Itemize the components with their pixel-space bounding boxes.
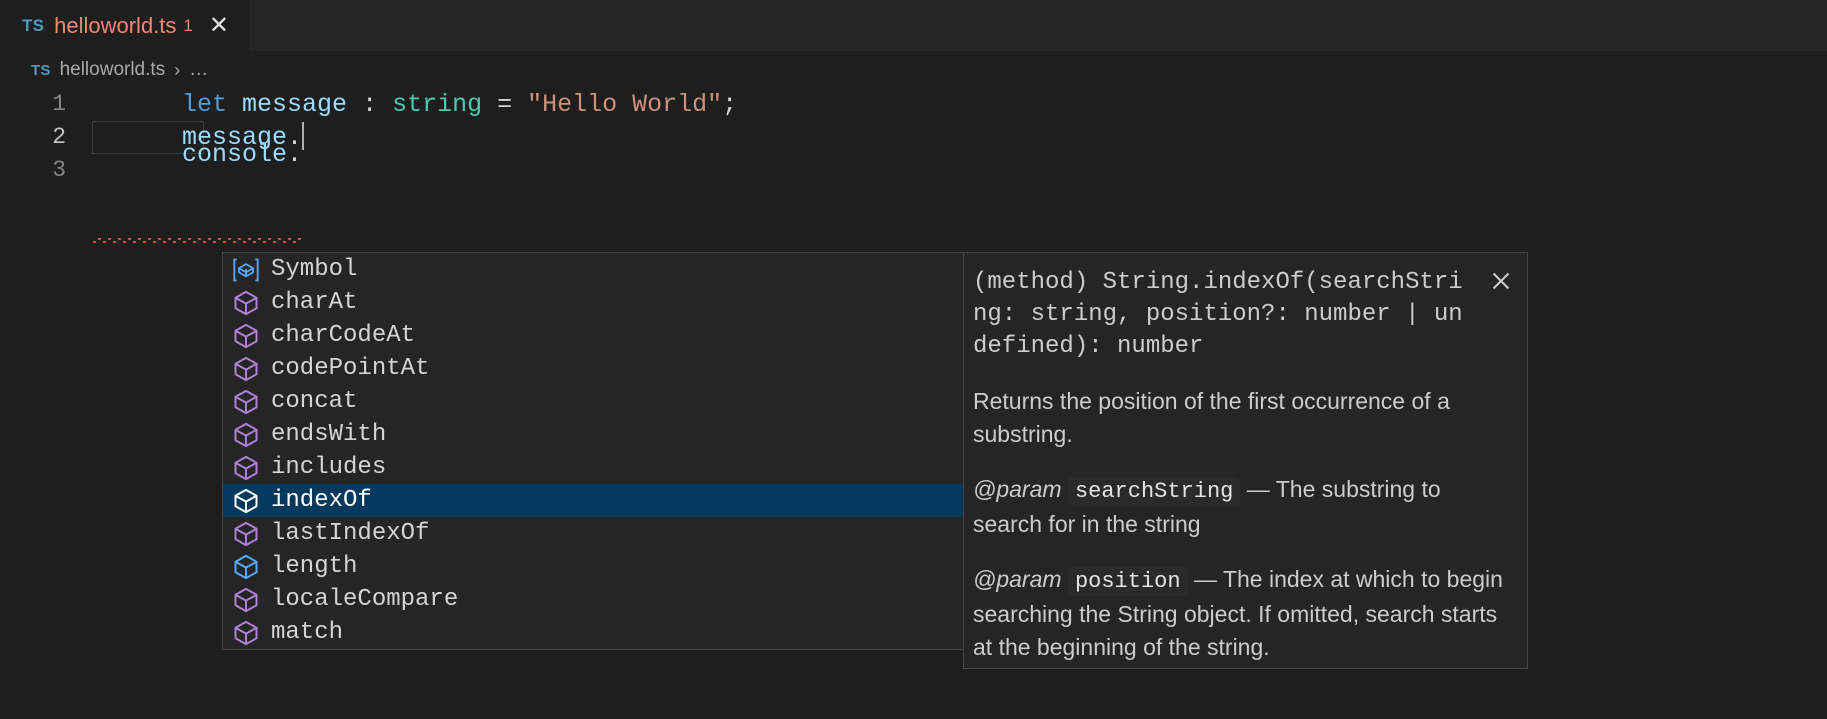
code-editor[interactable]: 1 let message : string = "Hello World"; …: [0, 88, 1827, 719]
suggestion-item-label: endsWith: [271, 423, 386, 447]
suggestion-item-indexof[interactable]: indexOf: [223, 484, 964, 517]
param-tag: @param: [973, 476, 1062, 502]
token-string-literal: "Hello World": [527, 90, 722, 119]
suggestion-item-label: codePointAt: [271, 357, 429, 381]
code-line-3: 3 console.: [0, 154, 1827, 187]
symbol-method-icon: [232, 388, 260, 416]
param-entry-position: @param position — The index at which to …: [973, 563, 1507, 664]
token-assign: =: [482, 90, 527, 119]
symbol-key-icon: [232, 256, 260, 284]
error-squiggle: [92, 238, 302, 243]
symbol-method-icon: [232, 619, 260, 647]
token-type: string: [392, 90, 482, 119]
suggestion-item-concat[interactable]: concat: [223, 385, 964, 418]
suggestion-list[interactable]: Symbol charAt charCodeAt codePointAt concat e…: [222, 252, 964, 650]
line-number-2: 2: [0, 121, 92, 154]
suggestion-item-label: localeCompare: [271, 588, 458, 612]
tab-label: helloworld.ts: [54, 13, 176, 39]
token-semicolon: ;: [722, 90, 737, 119]
symbol-method-icon: [232, 322, 260, 350]
method-signature: (method) String.indexOf(searchString: st…: [973, 267, 1507, 363]
suggestion-item-label: length: [271, 555, 357, 579]
suggestion-item-symbol[interactable]: Symbol: [223, 253, 964, 286]
suggestion-item-label: Symbol: [271, 258, 357, 282]
suggestion-item-match[interactable]: match: [223, 616, 964, 649]
param-name: searchString: [1068, 477, 1240, 506]
documentation-body: Returns the position of the first occurr…: [973, 385, 1507, 664]
documentation-description: Returns the position of the first occurr…: [973, 385, 1507, 451]
token-dot: .: [287, 140, 302, 169]
token-identifier: console: [182, 140, 287, 169]
symbol-method-icon: [232, 487, 260, 515]
close-icon[interactable]: [1489, 269, 1513, 293]
code-line-3-text: console.: [92, 105, 302, 237]
tab-error-count-badge: 1: [183, 16, 192, 36]
param-dash: —: [1247, 476, 1270, 502]
symbol-method-icon: [232, 586, 260, 614]
typescript-file-icon: TS: [22, 16, 44, 36]
suggestion-item-charat[interactable]: charAt: [223, 286, 964, 319]
line-number-3: 3: [0, 154, 92, 187]
line-number-1: 1: [0, 88, 92, 121]
suggestion-item-endswith[interactable]: endsWith: [223, 418, 964, 451]
suggestion-item-label: includes: [271, 456, 386, 480]
param-entry-searchString: @param searchString — The substring to s…: [973, 473, 1507, 541]
suggestion-item-includes[interactable]: includes: [223, 451, 964, 484]
typescript-file-icon: TS: [31, 62, 51, 79]
suggestion-item-label: indexOf: [271, 489, 372, 513]
suggestion-item-localecompare[interactable]: localeCompare: [223, 583, 964, 616]
symbol-method-icon: [232, 520, 260, 548]
suggestion-item-label: match: [271, 621, 343, 645]
symbol-method-icon: [232, 355, 260, 383]
suggestion-item-label: lastIndexOf: [271, 522, 429, 546]
suggestion-item-length[interactable]: length: [223, 550, 964, 583]
suggestion-item-label: charCodeAt: [271, 324, 415, 348]
param-name: position: [1068, 567, 1188, 596]
text-cursor: [302, 122, 304, 150]
symbol-method-icon: [232, 454, 260, 482]
tab-bar-empty-area: [250, 0, 1827, 51]
suggestion-item-codepointat[interactable]: codePointAt: [223, 352, 964, 385]
param-tag: @param: [973, 566, 1062, 592]
symbol-method-icon: [232, 289, 260, 317]
tab-helloworld-ts[interactable]: TS helloworld.ts 1 ✕: [0, 0, 250, 51]
suggestion-item-lastindexof[interactable]: lastIndexOf: [223, 517, 964, 550]
suggestion-item-label: concat: [271, 390, 357, 414]
suggestion-item-charcodeat[interactable]: charCodeAt: [223, 319, 964, 352]
symbol-method-icon: [232, 421, 260, 449]
symbol-property-icon: [232, 553, 260, 581]
suggestion-item-label: charAt: [271, 291, 357, 315]
close-icon[interactable]: ✕: [209, 14, 229, 38]
token-colon: :: [347, 90, 392, 119]
param-dash: —: [1194, 566, 1217, 592]
suggestion-details-panel: (method) String.indexOf(searchString: st…: [963, 252, 1528, 669]
editor-tab-bar: TS helloworld.ts 1 ✕: [0, 0, 1827, 52]
